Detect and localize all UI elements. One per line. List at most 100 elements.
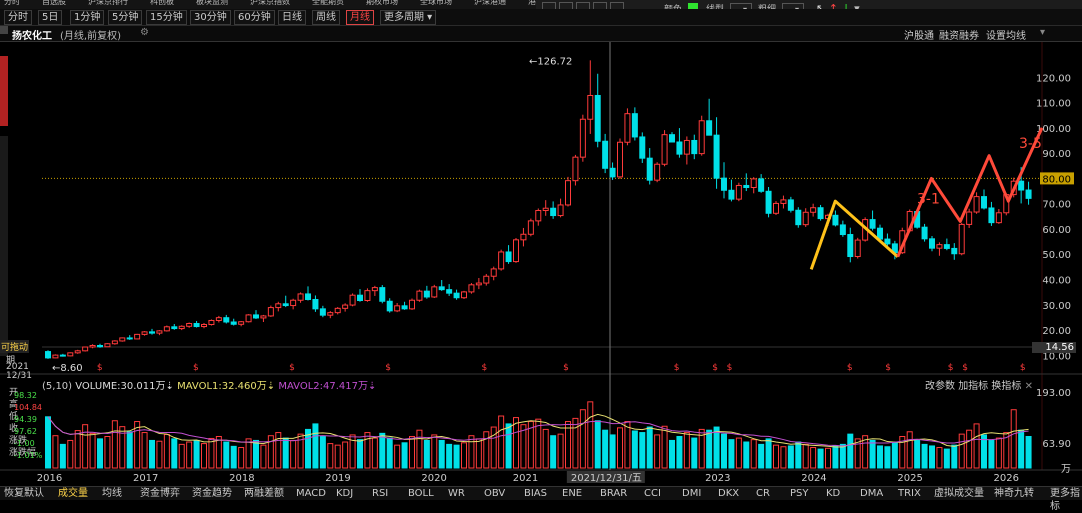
indicator-tab[interactable]: BRAR bbox=[600, 487, 627, 500]
volume-bar bbox=[832, 445, 839, 469]
volume-bar bbox=[357, 439, 363, 469]
volume-bar bbox=[1018, 429, 1025, 469]
indicator-tab[interactable]: 恢复默认 bbox=[4, 487, 44, 500]
candle-body bbox=[602, 140, 609, 169]
volume-bar bbox=[572, 417, 579, 469]
volume-bar bbox=[201, 443, 207, 469]
indicator-tab[interactable]: CCI bbox=[644, 487, 661, 500]
volume-bar bbox=[780, 446, 787, 469]
indicator-tab[interactable]: 虚拟成交量 bbox=[934, 487, 984, 500]
volume-bar bbox=[795, 441, 802, 469]
candle-body bbox=[609, 167, 616, 178]
candle-body bbox=[513, 239, 519, 263]
volume-bar bbox=[342, 441, 349, 469]
indicator-tab[interactable]: MACD bbox=[296, 487, 326, 500]
change-indicator-button[interactable]: 换指标 bbox=[991, 381, 1021, 392]
candle-body bbox=[401, 305, 408, 310]
indicator-tab[interactable]: 均线 bbox=[102, 487, 122, 500]
indicator-tab[interactable]: BOLL bbox=[408, 487, 434, 500]
volume-bar bbox=[334, 444, 341, 469]
last-close-label: 14.56 bbox=[1032, 342, 1076, 353]
volume-bar bbox=[735, 437, 742, 469]
candle-body bbox=[230, 321, 237, 325]
volume-bar bbox=[513, 417, 519, 469]
candle-body bbox=[832, 214, 839, 226]
indicator-tab[interactable]: PSY bbox=[790, 487, 809, 500]
price-axis-label: 120.00 bbox=[1036, 73, 1071, 84]
indicator-tab[interactable]: WR bbox=[448, 487, 465, 500]
candle-body bbox=[624, 113, 631, 143]
indicator-tabs: 恢复默认 成交量 均线 资金博弈 资金趋势 两融差额 MACD KDJ RSI BOLL WR OBV… bbox=[0, 486, 1082, 512]
indicator-tab[interactable]: ENE bbox=[562, 487, 582, 500]
candle-body bbox=[639, 136, 646, 159]
indicator-tab[interactable]: KD bbox=[826, 487, 840, 500]
volume-bar bbox=[921, 443, 928, 469]
indicator-tab[interactable]: 成交量 bbox=[58, 487, 88, 500]
volume-bar bbox=[82, 424, 89, 469]
candlestick-chart[interactable]: 120.00110.00100.0090.0080.0070.0060.0050… bbox=[0, 0, 1082, 500]
candle-body bbox=[201, 324, 207, 328]
candle-body bbox=[149, 331, 155, 334]
candle-body bbox=[654, 163, 661, 181]
candle-body bbox=[951, 247, 958, 255]
volume-bar bbox=[1010, 409, 1017, 469]
indicator-tab[interactable]: OBV bbox=[484, 487, 505, 500]
candle-body bbox=[67, 352, 74, 357]
add-indicator-button[interactable]: 加指标 bbox=[958, 381, 988, 392]
price-axis-label: 10.00 bbox=[1042, 351, 1071, 362]
volume-bar bbox=[758, 443, 765, 469]
candle-body bbox=[505, 251, 512, 263]
price-axis-label: 60.00 bbox=[1042, 225, 1071, 236]
indicator-tab[interactable]: CR bbox=[756, 487, 770, 500]
volume-bar bbox=[639, 432, 646, 469]
x-axis-year: 2026 bbox=[994, 473, 1019, 484]
volume-bar bbox=[802, 443, 809, 469]
edit-params-button[interactable]: 改参数 bbox=[925, 381, 955, 392]
indicator-tab[interactable]: 两融差额 bbox=[244, 487, 284, 500]
volume-bar bbox=[141, 432, 148, 469]
volume-axis-label: 63.90 bbox=[1042, 439, 1071, 450]
indicator-tab[interactable]: 神奇九转 bbox=[994, 487, 1034, 500]
indicator-tab[interactable]: DMI bbox=[682, 487, 701, 500]
event-marker: $ bbox=[674, 363, 680, 373]
candle-body bbox=[847, 234, 854, 258]
candle-body bbox=[446, 289, 453, 294]
indicator-tab[interactable]: 资金博弈 bbox=[140, 487, 180, 500]
low-mark-label: ←8.60 bbox=[52, 363, 83, 374]
indicator-tab[interactable]: TRIX bbox=[898, 487, 921, 500]
indicator-tab[interactable]: KDJ bbox=[336, 487, 353, 500]
candle-body bbox=[186, 323, 193, 327]
indicator-tab[interactable]: 更多指标 bbox=[1050, 487, 1082, 513]
volume-bar bbox=[995, 437, 1002, 469]
volume-bar bbox=[579, 409, 586, 469]
indicator-tab[interactable]: RSI bbox=[372, 487, 388, 500]
volume-bar bbox=[253, 439, 259, 469]
candle-body bbox=[141, 331, 148, 335]
drag-label[interactable]: 可拖动 bbox=[0, 340, 30, 353]
mavol1-value: MAVOL1:32.460万 bbox=[177, 381, 267, 392]
price-axis-label: 30.00 bbox=[1042, 301, 1071, 312]
x-axis-year: 2024 bbox=[801, 473, 826, 484]
event-marker: $ bbox=[1020, 363, 1026, 373]
candle-body bbox=[735, 184, 742, 200]
volume-axis-label: 193.00 bbox=[1036, 388, 1071, 399]
volume-bar bbox=[490, 426, 497, 469]
x-axis-year: 2023 bbox=[705, 473, 730, 484]
volume-bar bbox=[906, 431, 913, 469]
wave-label: 3-1 bbox=[917, 192, 940, 208]
candle-body bbox=[423, 290, 430, 298]
candle-body bbox=[921, 226, 928, 240]
indicator-tab[interactable]: DMA bbox=[860, 487, 883, 500]
indicator-tab[interactable]: BIAS bbox=[524, 487, 547, 500]
candle-body bbox=[357, 294, 363, 302]
volume-bar bbox=[230, 445, 237, 469]
indicator-tab[interactable]: DKX bbox=[718, 487, 739, 500]
candle-body bbox=[260, 315, 267, 319]
candle-body bbox=[45, 351, 51, 359]
indicator-tab[interactable]: 资金趋势 bbox=[192, 487, 232, 500]
candle-body bbox=[461, 291, 467, 299]
volume-bar bbox=[453, 444, 460, 469]
close-indicator-icon[interactable]: ✕ bbox=[1025, 381, 1033, 392]
volume-bar bbox=[565, 421, 571, 469]
candle-body bbox=[520, 233, 527, 241]
